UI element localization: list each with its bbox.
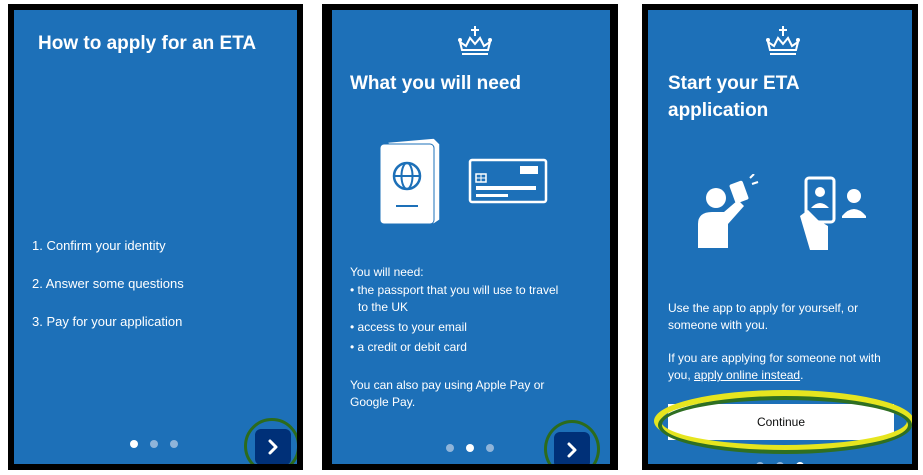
credit-card-icon (468, 158, 548, 204)
chevron-right-icon (268, 439, 278, 455)
footer-text: Google Pay. (350, 395, 416, 409)
body-text: Use the app to apply for yourself, or (668, 301, 859, 315)
list-item: • a credit or debit card (350, 340, 467, 354)
passport-icon (379, 137, 441, 225)
list-item: to the UK (358, 300, 409, 314)
body-text: someone with you. (668, 318, 769, 332)
page-dot[interactable] (776, 462, 784, 464)
footer-text: You can also pay using Apple Pay or (350, 378, 545, 392)
next-button[interactable] (554, 432, 590, 464)
step-item: 1. Confirm your identity (32, 238, 166, 253)
screen-what-you-need: What you will need You will need: • the … (322, 4, 618, 470)
list-item: • the passport that you will use to trav… (350, 283, 559, 297)
list-item: • access to your email (350, 320, 467, 334)
page-title: What you will need (350, 73, 522, 94)
page-dot[interactable] (130, 440, 138, 448)
body-text-prefix: you, (668, 368, 695, 382)
step-item: 3. Pay for your application (32, 314, 183, 329)
apply-online-link[interactable]: apply online instead (694, 368, 800, 382)
page-dot[interactable] (446, 444, 454, 452)
crown-icon (458, 26, 492, 55)
crown-icon (766, 26, 800, 55)
chevron-right-icon (567, 442, 577, 458)
page-dot[interactable] (466, 444, 474, 452)
body-text-suffix: . (800, 368, 804, 382)
next-button[interactable] (255, 429, 291, 464)
page-dot[interactable] (170, 440, 178, 448)
screen-start-application: Start your ETA application Use the app t… (642, 4, 918, 470)
phone-id-icon (800, 176, 866, 250)
screen-how-to-apply: How to apply for an ETA 1. Confirm your … (8, 4, 303, 470)
body-text: If you are applying for someone not with (668, 351, 881, 365)
page-title: Start your ETA (668, 73, 800, 94)
page-dot[interactable] (486, 444, 494, 452)
page-dot[interactable] (796, 462, 804, 464)
step-item: 2. Answer some questions (32, 276, 184, 291)
page-dot[interactable] (756, 462, 764, 464)
selfie-icon (698, 174, 759, 248)
page-indicator (446, 444, 494, 452)
page-indicator (756, 462, 804, 464)
page-title: How to apply for an ETA (38, 33, 257, 54)
page-dot[interactable] (150, 440, 158, 448)
continue-button[interactable]: Continue (668, 404, 894, 440)
intro-text: You will need: (350, 265, 424, 279)
page-title: application (668, 100, 769, 121)
page-indicator (130, 440, 178, 448)
body-text: you, apply online instead. (668, 367, 803, 384)
